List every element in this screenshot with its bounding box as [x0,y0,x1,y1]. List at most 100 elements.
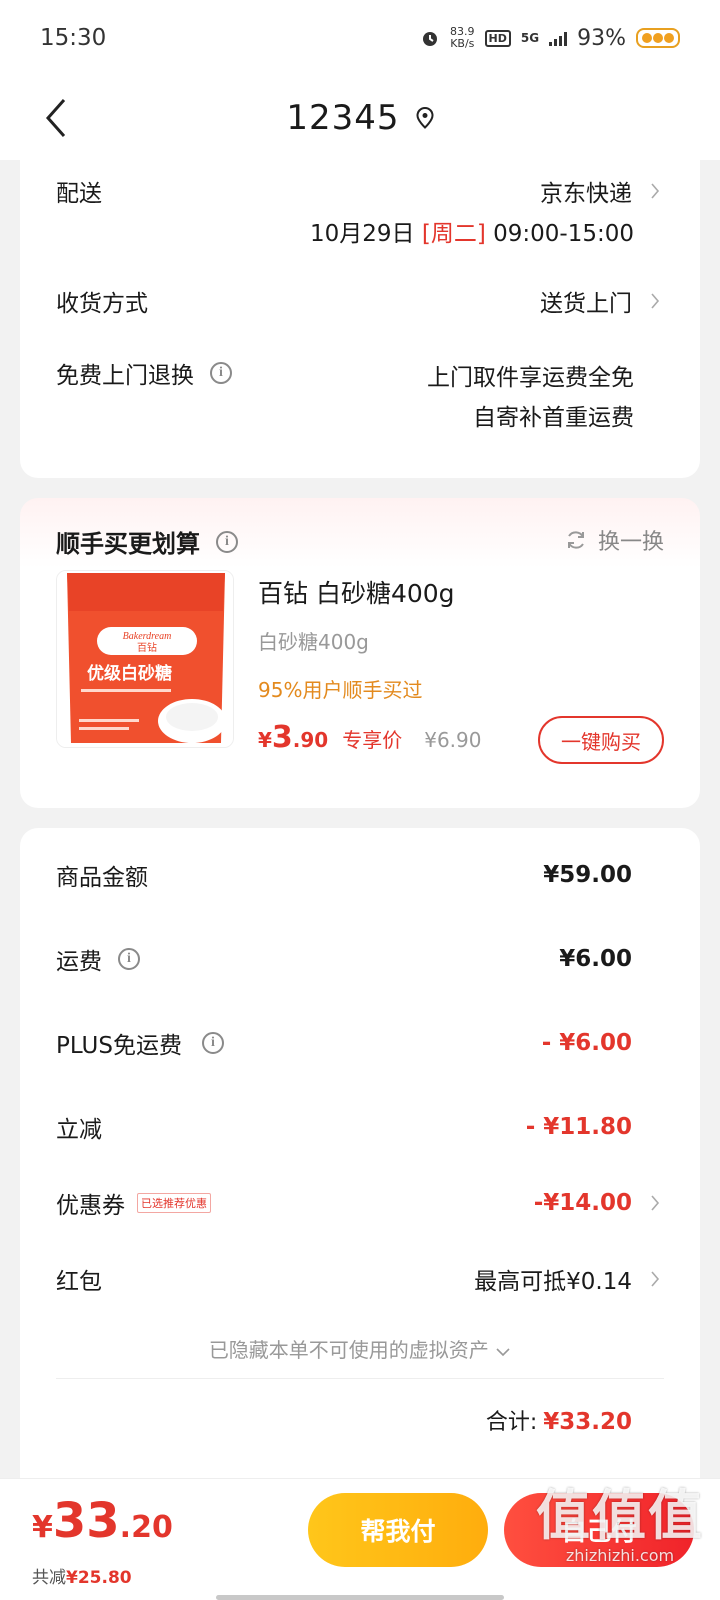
red-packet-value[interactable]: 最高可抵¥0.14 [474,1262,660,1296]
plus-free-shipping-value: - ¥6.00 [541,1030,632,1056]
free-return-details: 上门取件享运费全免 自寄补首重运费 [427,358,634,438]
coupon-tag: 已选推荐优惠 [137,1193,211,1213]
shipping-row[interactable]: 配送 京东快递 [56,174,660,208]
alarm-icon [423,32,438,46]
delivery-time: 10月29日 [周二] 09:00-15:00 [310,214,634,248]
price-summary-card: 商品金额 ¥59.00 运费 i ¥6.00 PLUS免运费 i - ¥6.00… [20,828,700,1508]
shipping-fee-row: 运费 i ¥6.00 [56,942,632,976]
red-packet-label: 红包 [56,1269,102,1295]
package-brand-cn: 百钻 [137,641,157,654]
coupon-value[interactable]: -¥14.00 [534,1190,660,1216]
product-spec: 白砂糖400g [258,630,369,654]
hidden-assets-toggle[interactable]: 已隐藏本单不可使用的虚拟资产 [20,1334,700,1363]
home-indicator[interactable] [216,1595,504,1600]
info-icon[interactable]: i [216,530,238,553]
coupon-label: 优惠券 已选推荐优惠 [56,1186,211,1220]
watermark-url: zhizhizhi.com [565,1546,675,1565]
back-arrow-icon [45,99,66,137]
shipping-fee-label: 运费 i [56,942,140,976]
signal-icon [549,30,568,46]
instant-discount-label: 立减 [56,1117,102,1143]
swap-button[interactable]: 换一换 [564,524,664,556]
product-price: ¥ 3 .90 专享价 ¥6.90 [258,720,482,755]
back-button[interactable] [36,90,76,146]
original-price: ¥6.90 [424,728,482,752]
location-pin-icon[interactable] [416,107,434,129]
goods-amount-row: 商品金额 ¥59.00 [56,858,632,892]
free-return-line1: 上门取件享运费全免 [427,365,634,391]
watermark: 值值值 zhizhizhi.com [536,1484,704,1566]
info-icon[interactable]: i [210,362,232,384]
coupon-amount: -¥14.00 [533,1190,632,1216]
net-speed: 83.9 KB/s [450,26,475,50]
bottom-price-integer: 33 [52,1493,120,1549]
free-return-label: 免费上门退换 i [56,356,232,390]
hd-icon: HD [484,29,511,47]
free-return-text: 免费上门退换 [56,363,194,389]
help-me-pay-button[interactable]: 帮我付 [308,1493,488,1567]
red-packet-amount: 最高可抵¥0.14 [474,1269,632,1295]
addon-title-text: 顺手买更划算 [56,530,200,558]
sugar-package-image: Bakerdream 百钻 优级白砂糖 [57,571,233,747]
swap-label: 换一换 [597,530,664,555]
total-label: 合计: [485,1410,538,1435]
price-integer: 3 [271,720,293,755]
bottom-price-symbol: ¥ [32,1510,53,1545]
delivery-weekday: [周二] [421,221,486,247]
total-row: 合计: ¥33.20 [486,1404,632,1436]
product-name[interactable]: 百钻 白砂糖400g [258,574,455,610]
bottom-total-price: ¥ 33 .20 [32,1493,173,1549]
shipping-fee-text: 运费 [56,949,102,975]
social-proof: 95%用户顺手买过 [258,678,423,702]
package-product: 优级白砂糖 [87,663,172,684]
one-click-buy-button[interactable]: 一键购买 [538,716,664,764]
exclusive-price-tag: 专享价 [342,728,403,752]
coupon-row[interactable]: 优惠券 已选推荐优惠 -¥14.00 [56,1186,660,1220]
net-speed-unit: KB/s [450,37,475,50]
hidden-assets-text: 已隐藏本单不可使用的虚拟资产 [208,1338,489,1362]
addon-title: 顺手买更划算 i [56,524,238,559]
receive-method-label: 收货方式 [56,291,148,317]
info-icon[interactable]: i [118,948,140,970]
receive-method-row[interactable]: 收货方式 送货上门 [56,284,660,318]
instant-discount-row: 立减 - ¥11.80 [56,1110,632,1144]
coupon-text: 优惠券 [56,1193,125,1219]
goods-amount-label: 商品金额 [56,865,148,891]
shipping-carrier: 京东快递 [540,181,632,207]
price-decimal: .90 [292,728,329,752]
goods-amount-value: ¥59.00 [543,862,632,888]
chevron-right-icon [651,183,660,199]
total-saved: 共减¥25.80 [32,1563,132,1588]
info-icon[interactable]: i [201,1032,224,1054]
status-time: 15:30 [40,25,107,51]
bottom-price-decimal: .20 [119,1510,173,1545]
free-return-line2: 自寄补首重运费 [473,405,634,431]
shipping-fee-value: ¥6.00 [559,946,632,972]
receive-method-text: 送货上门 [540,291,632,317]
plus-free-shipping-text: PLUS免运费 [56,1033,182,1059]
shipping-label: 配送 [56,181,102,207]
receive-method-value[interactable]: 送货上门 [540,284,660,318]
total-saved-label: 共减 [32,1568,66,1588]
total-saved-value: ¥25.80 [66,1568,132,1588]
refresh-icon [567,531,584,549]
nav-bar: 12345 [0,76,720,160]
package-brand-en: Bakerdream [123,631,172,642]
watermark-logo: 值值值 [536,1484,704,1547]
address-title[interactable]: 12345 [286,98,399,138]
red-packet-row[interactable]: 红包 最高可抵¥0.14 [56,1262,660,1296]
chevron-right-icon [651,293,660,309]
shipping-value[interactable]: 京东快递 [540,174,660,208]
chevron-down-icon [496,1348,510,1357]
addon-card: 顺手买更划算 i 换一换 Bakerdream 百钻 优级白砂糖 百钻 白砂糖4… [20,498,700,808]
battery-icon [636,28,680,48]
price-symbol: ¥ [258,728,272,752]
divider [56,1378,664,1379]
total-value: ¥33.20 [543,1409,632,1435]
delivery-card: 配送 京东快递 10月29日 [周二] 09:00-15:00 收货方式 送货上… [20,160,700,478]
chevron-right-icon [651,1271,660,1287]
status-bar: 15:30 83.9 KB/s HD 5G 93% [0,0,720,76]
delivery-date: 10月29日 [310,221,415,247]
battery-percent: 93% [577,25,626,51]
product-image[interactable]: Bakerdream 百钻 优级白砂糖 [56,570,234,748]
